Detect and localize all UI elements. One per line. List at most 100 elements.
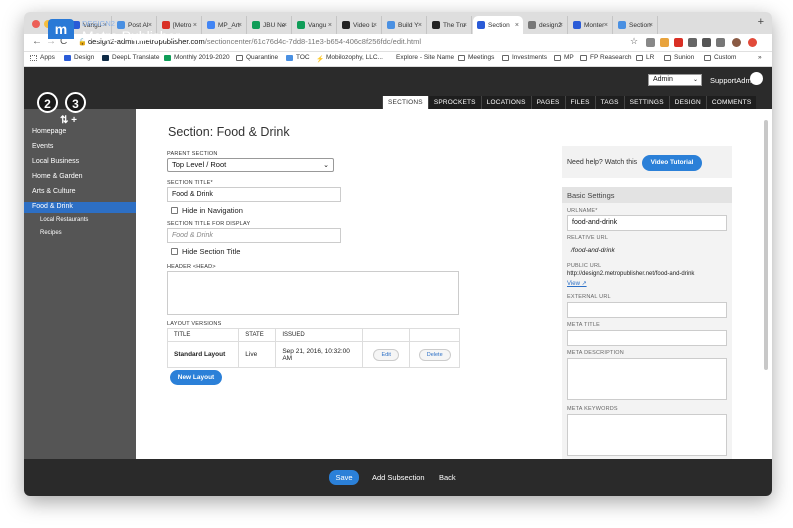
- tab-sprockets[interactable]: SPROCKETS: [427, 96, 481, 109]
- sidebar-item-food-drink[interactable]: Food & Drink: [32, 203, 73, 210]
- bookmark-folder[interactable]: Sunion: [664, 54, 694, 61]
- role-select[interactable]: Admin ⌄: [648, 74, 702, 86]
- tab-close-icon[interactable]: ×: [328, 22, 332, 29]
- bookmark-folder[interactable]: MP: [554, 54, 574, 61]
- tab-comments[interactable]: COMMENTS: [705, 96, 757, 109]
- header-head-textarea[interactable]: [167, 271, 459, 315]
- extension-icon[interactable]: [660, 38, 669, 47]
- bookmark-item[interactable]: Monthly 2019-2020: [164, 54, 230, 61]
- new-tab-button[interactable]: +: [758, 16, 764, 28]
- add-subsection-button[interactable]: Add Subsection: [372, 473, 425, 482]
- sidebar-item-events[interactable]: Events: [32, 143, 53, 150]
- metro-logo-icon[interactable]: m: [48, 19, 74, 39]
- browser-tab[interactable]: Build Y ×: [383, 16, 427, 34]
- puzzle-icon[interactable]: [702, 38, 711, 47]
- folder-icon: [704, 54, 711, 61]
- section-title-label: SECTION TITLE*: [167, 180, 213, 186]
- bookmark-folder[interactable]: Meetings: [458, 54, 494, 61]
- sidebar-item-local-business[interactable]: Local Business: [32, 158, 79, 165]
- edit-button[interactable]: Edit: [373, 348, 399, 361]
- camera-extension-icon[interactable]: [646, 38, 655, 47]
- browser-tab[interactable]: design2 ×: [524, 16, 568, 34]
- bookmarks-overflow-icon[interactable]: »: [758, 54, 762, 61]
- bookmark-item[interactable]: TOC: [286, 54, 310, 61]
- user-avatar-icon[interactable]: [750, 72, 763, 85]
- sidebar-subitem-local-restaurants[interactable]: Local Restaurants: [40, 217, 88, 223]
- tab-close-icon[interactable]: ×: [559, 22, 563, 29]
- tab-close-icon[interactable]: ×: [373, 22, 377, 29]
- new-layout-button[interactable]: New Layout: [170, 370, 222, 385]
- sidebar-item-arts-culture[interactable]: Arts & Culture: [32, 188, 76, 195]
- meta-title-input[interactable]: [567, 330, 727, 346]
- playlist-icon[interactable]: [716, 38, 725, 47]
- back-icon[interactable]: ←: [32, 36, 42, 47]
- column-header: STATE: [238, 328, 277, 342]
- hide-section-title-checkbox[interactable]: [171, 248, 178, 255]
- tab-label: Build Y: [398, 21, 419, 29]
- browser-tab[interactable]: MP_Art ×: [203, 16, 247, 34]
- browser-tab[interactable]: Video L ×: [338, 16, 382, 34]
- bookmark-folder[interactable]: Custom: [704, 54, 736, 61]
- delete-button[interactable]: Delete: [418, 348, 451, 361]
- urlname-input[interactable]: food-and-drink: [567, 215, 727, 231]
- browser-tab-active[interactable]: Section ×: [473, 16, 523, 34]
- tab-close-icon[interactable]: ×: [463, 22, 467, 29]
- tab-sections[interactable]: SECTIONS: [382, 96, 428, 109]
- tab-locations[interactable]: LOCATIONS: [480, 96, 531, 109]
- meta-description-textarea[interactable]: [567, 358, 727, 400]
- tab-close-icon[interactable]: ×: [649, 22, 653, 29]
- update-icon[interactable]: [748, 38, 757, 47]
- tab-files[interactable]: FILES: [564, 96, 595, 109]
- bookmark-folder[interactable]: Investments: [502, 54, 547, 61]
- browser-tab[interactable]: Monter ×: [569, 16, 613, 34]
- layout-issued-cell: Sep 21, 2016, 10:32:00 AM: [275, 341, 364, 368]
- bookmark-item[interactable]: DeepL Translate: [102, 54, 159, 61]
- bookmark-item[interactable]: Explore - Site Name: [386, 54, 454, 61]
- tab-design[interactable]: DESIGN: [668, 96, 706, 109]
- bookmark-apps[interactable]: Apps: [30, 54, 55, 61]
- tab-pages[interactable]: PAGES: [530, 96, 565, 109]
- tab-close-icon[interactable]: ×: [515, 22, 519, 29]
- back-button[interactable]: Back: [439, 473, 456, 482]
- tab-settings[interactable]: SETTINGS: [623, 96, 669, 109]
- bookmark-label: Quarantine: [246, 54, 279, 61]
- sidebar-item-homepage[interactable]: Homepage: [32, 128, 66, 135]
- column-header: ISSUED: [275, 328, 364, 342]
- browser-tab[interactable]: The Tru ×: [428, 16, 472, 34]
- tab-close-icon[interactable]: ×: [238, 22, 242, 29]
- tab-close-icon[interactable]: ×: [193, 22, 197, 29]
- bookmark-item[interactable]: Design: [64, 54, 94, 61]
- browser-tab[interactable]: Section ×: [614, 16, 658, 34]
- sidebar-item-home-garden[interactable]: Home & Garden: [32, 173, 83, 180]
- view-link[interactable]: View ↗: [567, 280, 587, 287]
- meta-keywords-textarea[interactable]: [567, 414, 727, 456]
- section-title-input[interactable]: Food & Drink: [167, 187, 341, 202]
- sidebar-tools[interactable]: ⇅ +: [60, 115, 77, 126]
- tab-close-icon[interactable]: ×: [604, 22, 608, 29]
- save-button[interactable]: Save: [329, 470, 359, 485]
- layout-title-cell[interactable]: Standard Layout: [166, 341, 240, 368]
- parent-section-select[interactable]: Top Level / Root ⌄: [167, 158, 334, 172]
- tab-favicon-icon: [573, 21, 581, 29]
- external-url-input[interactable]: [567, 302, 727, 318]
- browser-tab[interactable]: JBU Ne ×: [248, 16, 292, 34]
- browser-tab[interactable]: Vangu ×: [293, 16, 337, 34]
- display-title-input[interactable]: Food & Drink: [167, 228, 341, 243]
- table-row: Standard Layout Live Sep 21, 2016, 10:32…: [166, 341, 460, 368]
- video-tutorial-button[interactable]: Video Tutorial: [642, 155, 702, 171]
- bookmark-folder[interactable]: LR: [636, 54, 654, 61]
- bookmark-item[interactable]: ⚡ Mobilozophy, LLC...: [316, 54, 383, 63]
- bookmark-folder[interactable]: FP Reasearch: [580, 54, 631, 61]
- sidebar-subitem-recipes[interactable]: Recipes: [40, 230, 62, 236]
- page-scrollbar[interactable]: [764, 120, 768, 370]
- tab-close-icon[interactable]: ×: [283, 22, 287, 29]
- profile-avatar-icon[interactable]: [732, 38, 741, 47]
- bookmark-folder[interactable]: Quarantine: [236, 54, 278, 61]
- bookmark-star-icon[interactable]: ☆: [630, 36, 638, 47]
- extension-icon[interactable]: [688, 38, 697, 47]
- extension-icon[interactable]: [674, 38, 683, 47]
- tab-close-icon[interactable]: ×: [418, 22, 422, 29]
- tab-tags[interactable]: TAGS: [594, 96, 624, 109]
- close-window-icon[interactable]: [32, 20, 40, 28]
- hide-navigation-checkbox[interactable]: [171, 207, 178, 214]
